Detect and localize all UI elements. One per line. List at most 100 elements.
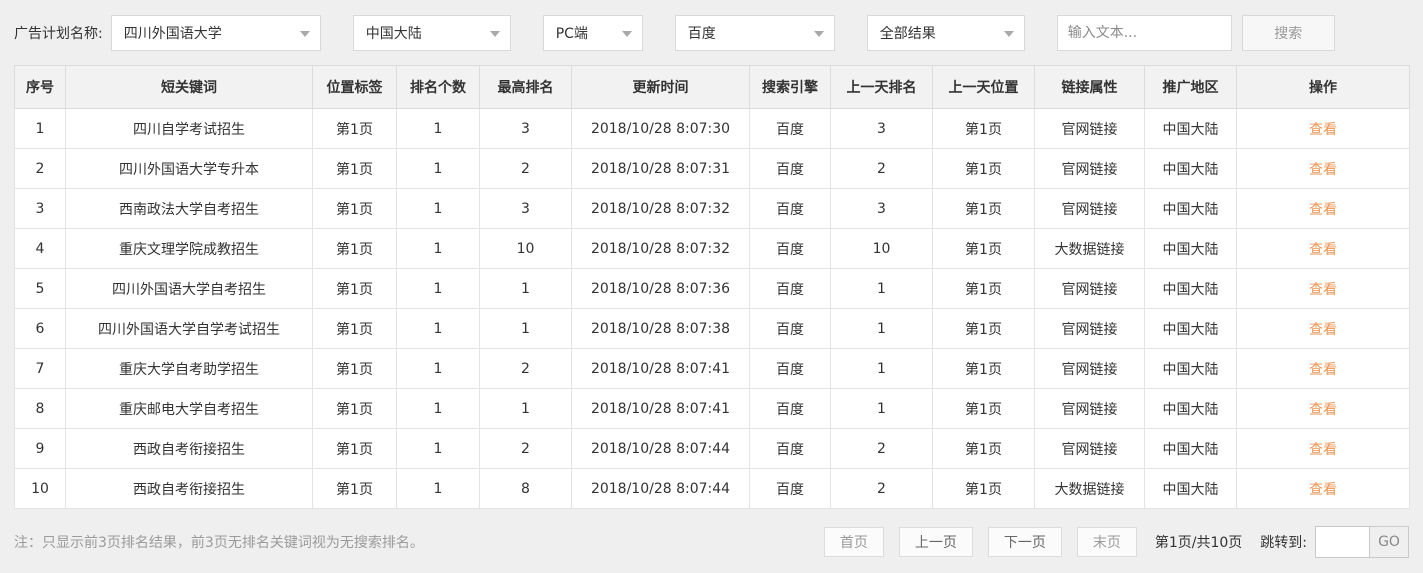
- cell-engine: 百度: [749, 428, 831, 469]
- search-button[interactable]: 搜索: [1241, 15, 1335, 51]
- cell-index: 4: [14, 228, 66, 269]
- result-type-select[interactable]: 全部结果: [866, 15, 1025, 51]
- view-link[interactable]: 查看: [1309, 202, 1337, 218]
- plan-select[interactable]: 四川外国语大学: [110, 15, 321, 51]
- cell-link-attr: 官网链接: [1034, 148, 1145, 189]
- cell-link-attr: 官网链接: [1034, 308, 1145, 349]
- cell-region: 中国大陆: [1144, 468, 1237, 509]
- cell-prev-position: 第1页: [932, 388, 1035, 429]
- first-page-button[interactable]: 首页: [823, 527, 884, 557]
- cell-best-rank: 3: [479, 188, 572, 229]
- cell-update-time: 2018/10/28 8:07:32: [571, 228, 750, 269]
- view-link[interactable]: 查看: [1309, 482, 1337, 498]
- column-header-best-rank: 最高排名: [479, 65, 572, 109]
- cell-actions: 查看: [1236, 188, 1410, 229]
- cell-best-rank: 2: [479, 348, 572, 389]
- chevron-down-icon: [489, 31, 500, 37]
- cell-actions: 查看: [1236, 388, 1410, 429]
- table-row: 9 西政自考衔接招生 第1页 1 2 2018/10/28 8:07:44 百度 2 第1页 官网…: [14, 428, 1410, 469]
- cell-link-attr: 官网链接: [1034, 188, 1145, 229]
- cell-keyword: 重庆文理学院成教招生: [65, 228, 313, 269]
- view-link[interactable]: 查看: [1309, 242, 1337, 258]
- cell-prev-rank: 10: [830, 228, 933, 269]
- cell-region: 中国大陆: [1144, 388, 1237, 429]
- cell-index: 2: [14, 148, 66, 189]
- cell-engine: 百度: [749, 228, 831, 269]
- result-type-select-value: 全部结果: [879, 26, 936, 42]
- cell-rank-count: 1: [396, 388, 480, 429]
- cell-prev-rank: 2: [830, 148, 933, 189]
- next-page-button[interactable]: 下一页: [987, 527, 1062, 557]
- cell-actions: 查看: [1236, 148, 1410, 189]
- cell-region: 中国大陆: [1144, 428, 1237, 469]
- column-header-link-attr: 链接属性: [1034, 65, 1145, 109]
- view-link[interactable]: 查看: [1309, 322, 1337, 338]
- device-select[interactable]: PC端: [542, 15, 643, 51]
- cell-prev-position: 第1页: [932, 428, 1035, 469]
- cell-best-rank: 2: [479, 428, 572, 469]
- prev-page-button[interactable]: 上一页: [898, 527, 973, 557]
- cell-rank-count: 1: [396, 108, 480, 149]
- cell-keyword: 四川自学考试招生: [65, 108, 313, 149]
- table-header-row: 序号 短关键词 位置标签 排名个数 最高排名 更新时间 搜索引擎 上一天排名 上…: [14, 65, 1410, 109]
- cell-index: 5: [14, 268, 66, 309]
- view-link[interactable]: 查看: [1309, 282, 1337, 298]
- keyword-rank-table: 序号 短关键词 位置标签 排名个数 最高排名 更新时间 搜索引擎 上一天排名 上…: [14, 65, 1410, 509]
- go-button[interactable]: GO: [1369, 526, 1409, 558]
- cell-link-attr: 官网链接: [1034, 428, 1145, 469]
- cell-prev-position: 第1页: [932, 188, 1035, 229]
- cell-update-time: 2018/10/28 8:07:30: [571, 108, 750, 149]
- cell-link-attr: 大数据链接: [1034, 468, 1145, 509]
- chevron-down-icon: [813, 31, 824, 37]
- cell-keyword: 四川外国语大学专升本: [65, 148, 313, 189]
- cell-prev-rank: 1: [830, 388, 933, 429]
- cell-update-time: 2018/10/28 8:07:36: [571, 268, 750, 309]
- view-link[interactable]: 查看: [1309, 402, 1337, 418]
- view-link[interactable]: 查看: [1309, 362, 1337, 378]
- column-header-prev-position: 上一天位置: [932, 65, 1035, 109]
- cell-prev-position: 第1页: [932, 228, 1035, 269]
- cell-actions: 查看: [1236, 428, 1410, 469]
- cell-position-tag: 第1页: [312, 468, 397, 509]
- cell-region: 中国大陆: [1144, 188, 1237, 229]
- cell-best-rank: 1: [479, 388, 572, 429]
- column-header-prev-rank: 上一天排名: [830, 65, 933, 109]
- search-input[interactable]: [1056, 15, 1232, 51]
- view-link[interactable]: 查看: [1309, 442, 1337, 458]
- table-row: 6 四川外国语大学自学考试招生 第1页 1 1 2018/10/28 8:07:38 百度 1…: [14, 308, 1410, 349]
- footer-bar: 注：只显示前3页排名结果，前3页无排名关键词视为无搜索排名。 首页 上一页 下一…: [0, 509, 1423, 558]
- cell-keyword: 西南政法大学自考招生: [65, 188, 313, 229]
- cell-best-rank: 8: [479, 468, 572, 509]
- view-link[interactable]: 查看: [1309, 122, 1337, 138]
- cell-region: 中国大陆: [1144, 348, 1237, 389]
- cell-prev-rank: 1: [830, 268, 933, 309]
- column-header-update-time: 更新时间: [571, 65, 750, 109]
- cell-position-tag: 第1页: [312, 308, 397, 349]
- cell-prev-position: 第1页: [932, 268, 1035, 309]
- table-row: 4 重庆文理学院成教招生 第1页 1 10 2018/10/28 8:07:32 百度 10 第…: [14, 228, 1410, 269]
- page-info: 第1页/共10页: [1154, 535, 1243, 551]
- engine-select[interactable]: 百度: [674, 15, 835, 51]
- chevron-down-icon: [299, 31, 310, 37]
- filter-bar: 广告计划名称: 四川外国语大学 中国大陆 PC端 百度 全部结果 搜索: [0, 0, 1423, 65]
- cell-actions: 查看: [1236, 268, 1410, 309]
- table-row: 1 四川自学考试招生 第1页 1 3 2018/10/28 8:07:30 百度 3 第1页 官网…: [14, 108, 1410, 149]
- cell-rank-count: 1: [396, 468, 480, 509]
- cell-region: 中国大陆: [1144, 308, 1237, 349]
- last-page-button[interactable]: 末页: [1076, 527, 1137, 557]
- device-select-value: PC端: [555, 26, 588, 42]
- chevron-down-icon: [621, 31, 632, 37]
- region-select[interactable]: 中国大陆: [352, 15, 511, 51]
- view-link[interactable]: 查看: [1309, 162, 1337, 178]
- cell-keyword: 西政自考衔接招生: [65, 428, 313, 469]
- cell-index: 3: [14, 188, 66, 229]
- cell-prev-rank: 1: [830, 308, 933, 349]
- cell-keyword: 西政自考衔接招生: [65, 468, 313, 509]
- cell-index: 6: [14, 308, 66, 349]
- column-header-actions: 操作: [1236, 65, 1410, 109]
- jump-page-input[interactable]: [1315, 526, 1370, 558]
- cell-position-tag: 第1页: [312, 388, 397, 429]
- cell-index: 1: [14, 108, 66, 149]
- cell-link-attr: 官网链接: [1034, 268, 1145, 309]
- cell-actions: 查看: [1236, 108, 1410, 149]
